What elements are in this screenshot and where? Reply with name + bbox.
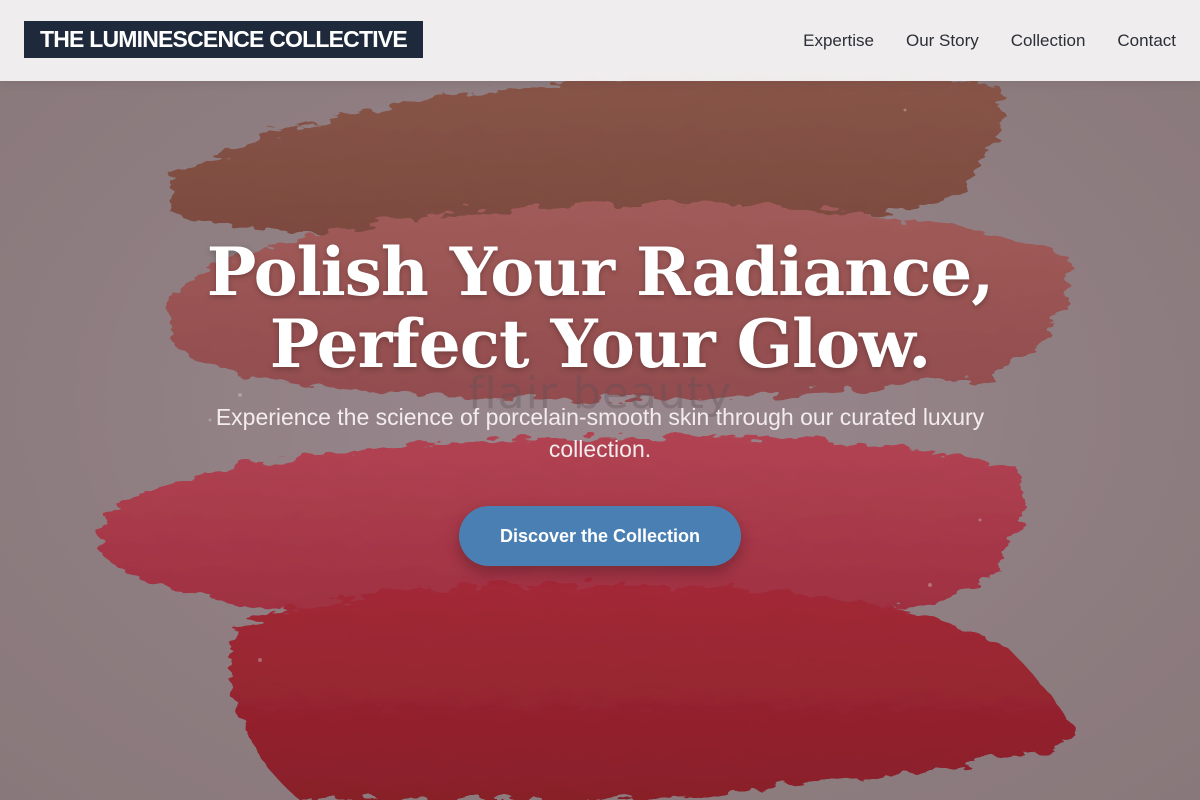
headline-line-2: Perfect Your Glow.	[269, 305, 931, 383]
nav-link-collection[interactable]: Collection	[1011, 31, 1086, 51]
nav-link-contact[interactable]: Contact	[1117, 31, 1176, 51]
brand-logo[interactable]: THE LUMINESCENCE COLLECTIVE	[24, 21, 423, 58]
nav-link-expertise[interactable]: Expertise	[803, 31, 874, 51]
discover-collection-button[interactable]: Discover the Collection	[459, 506, 741, 566]
hero-section: flair beauty Polish Your Radiance, Perfe…	[0, 0, 1200, 800]
hero-headline: Polish Your Radiance, Perfect Your Glow.	[0, 236, 1200, 380]
hero-subtext: Experience the science of porcelain-smoo…	[215, 404, 985, 462]
main-nav: Expertise Our Story Collection Contact	[803, 0, 1176, 81]
nav-link-our-story[interactable]: Our Story	[906, 31, 979, 51]
site-header: THE LUMINESCENCE COLLECTIVE Expertise Ou…	[0, 0, 1200, 81]
headline-line-1: Polish Your Radiance,	[206, 233, 995, 311]
